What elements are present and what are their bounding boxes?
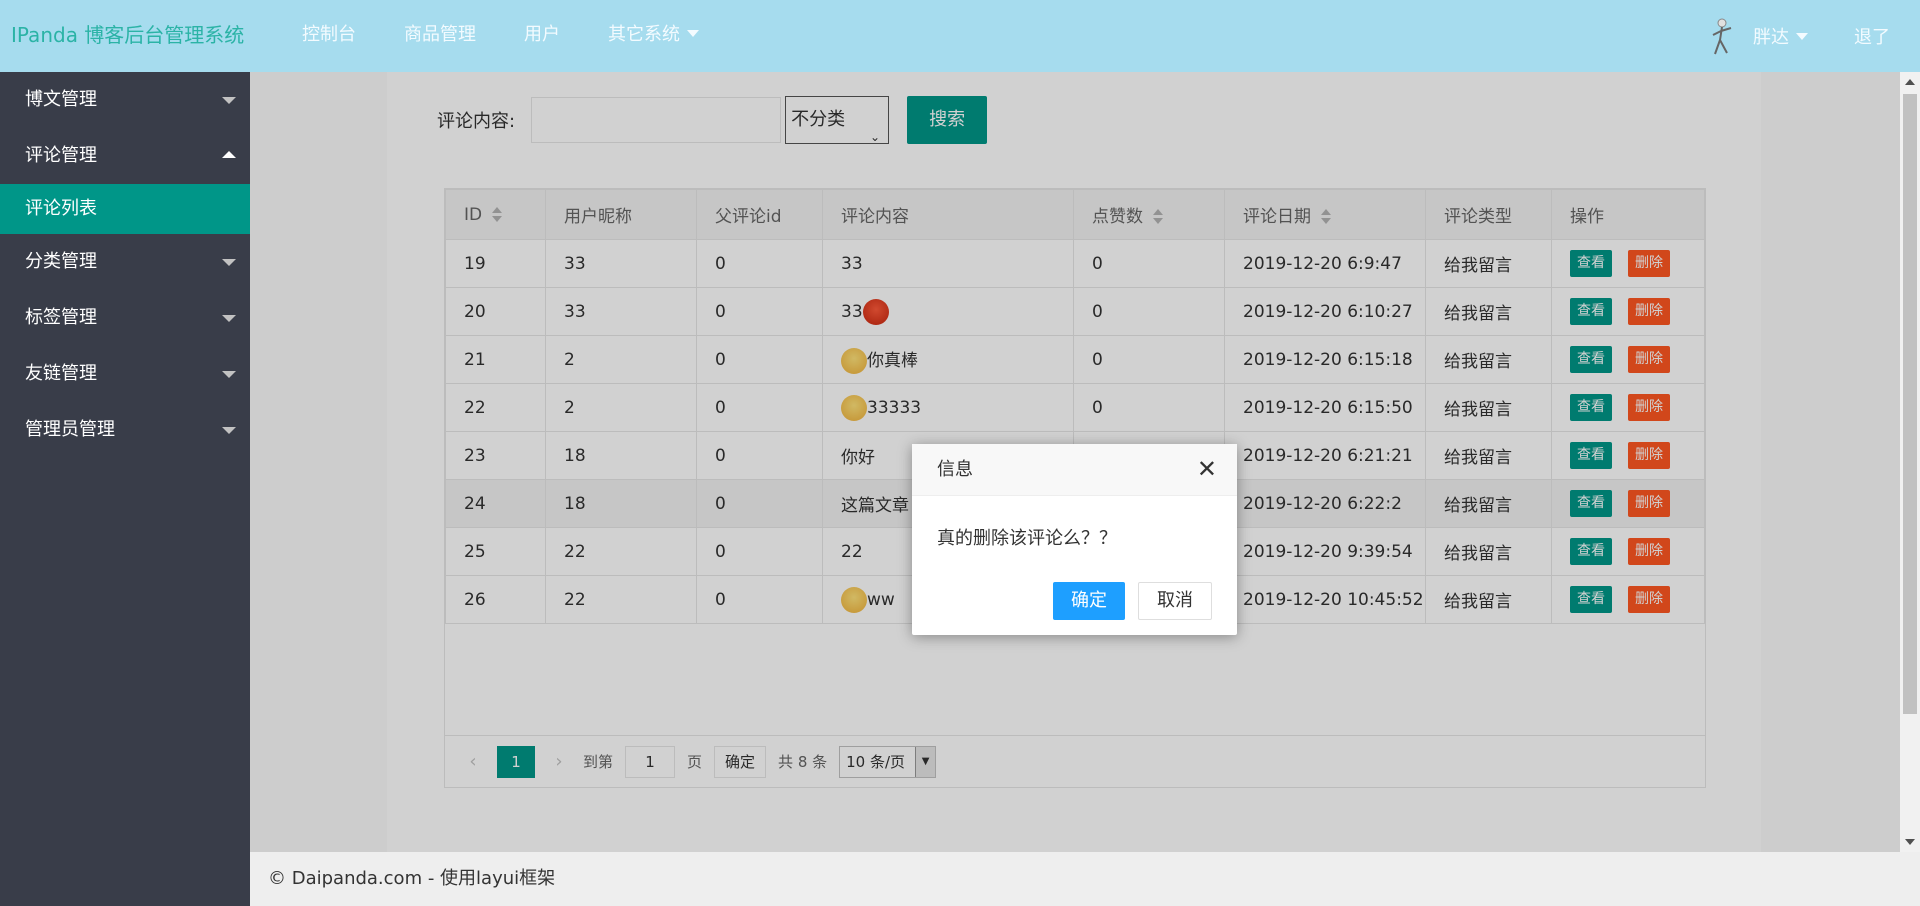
sidebar-item-comments[interactable]: 评论管理 — [0, 128, 250, 184]
logout-link[interactable]: 退了 — [1854, 23, 1890, 49]
confirm-button[interactable]: 确定 — [1053, 582, 1125, 620]
sidebar: 博文管理 评论管理 评论列表 分类管理 标签管理 友链管理 管理员管理 — [0, 72, 250, 906]
confirm-dialog: 信息 ✕ 真的删除该评论么？？ 确定 取消 — [912, 444, 1237, 635]
sidebar-item-posts[interactable]: 博文管理 — [0, 72, 250, 128]
chevron-down-icon — [222, 371, 236, 378]
avatar[interactable] — [1705, 16, 1739, 56]
nav-products[interactable]: 商品管理 — [380, 0, 500, 72]
chevron-down-icon — [222, 315, 236, 322]
sidebar-item-label: 博文管理 — [25, 89, 97, 110]
nav-other-label: 其它系统 — [608, 24, 680, 45]
user-area: 胖达 退了 — [1705, 0, 1890, 72]
user-name: 胖达 — [1753, 27, 1789, 48]
chevron-down-icon — [222, 427, 236, 434]
sidebar-item-admins[interactable]: 管理员管理 — [0, 402, 250, 458]
scroll-thumb[interactable] — [1903, 94, 1917, 714]
sidebar-item-label: 评论管理 — [25, 145, 97, 166]
chevron-down-icon — [687, 30, 699, 37]
sidebar-item-categories[interactable]: 分类管理 — [0, 234, 250, 290]
top-nav: 控制台 商品管理 用户 其它系统 — [278, 0, 723, 72]
page-footer: © Daipanda.com - 使用layui框架 — [250, 852, 1920, 906]
chevron-up-icon — [222, 151, 236, 158]
chevron-down-icon — [222, 97, 236, 104]
top-header: IPanda 博客后台管理系统 控制台 商品管理 用户 其它系统 胖达 退了 — [0, 0, 1920, 72]
cancel-button[interactable]: 取消 — [1138, 582, 1212, 620]
dialog-message: 真的删除该评论么？？ — [937, 528, 1117, 549]
sidebar-item-label: 友链管理 — [25, 363, 97, 384]
dialog-title: 信息 — [937, 459, 973, 480]
sidebar-item-label: 管理员管理 — [25, 419, 115, 440]
sidebar-item-label: 标签管理 — [25, 307, 97, 328]
scroll-down-icon[interactable] — [1905, 839, 1915, 845]
sidebar-item-label: 分类管理 — [25, 251, 97, 272]
dialog-title-bar: 信息 ✕ — [912, 444, 1237, 496]
sidebar-child-comment-list[interactable]: 评论列表 — [0, 184, 250, 234]
user-menu[interactable]: 胖达 — [1753, 23, 1808, 49]
sidebar-item-tags[interactable]: 标签管理 — [0, 290, 250, 346]
nav-users[interactable]: 用户 — [500, 0, 584, 72]
chevron-down-icon — [1796, 33, 1808, 40]
chevron-down-icon — [222, 259, 236, 266]
nav-dashboard[interactable]: 控制台 — [278, 0, 380, 72]
nav-other-systems[interactable]: 其它系统 — [584, 0, 723, 72]
dialog-buttons: 确定 取消 — [1053, 582, 1212, 620]
close-icon[interactable]: ✕ — [1197, 444, 1217, 494]
scroll-up-icon[interactable] — [1905, 79, 1915, 85]
sidebar-item-links[interactable]: 友链管理 — [0, 346, 250, 402]
app-logo[interactable]: IPanda 博客后台管理系统 — [11, 0, 244, 72]
page-scrollbar[interactable] — [1900, 72, 1920, 852]
